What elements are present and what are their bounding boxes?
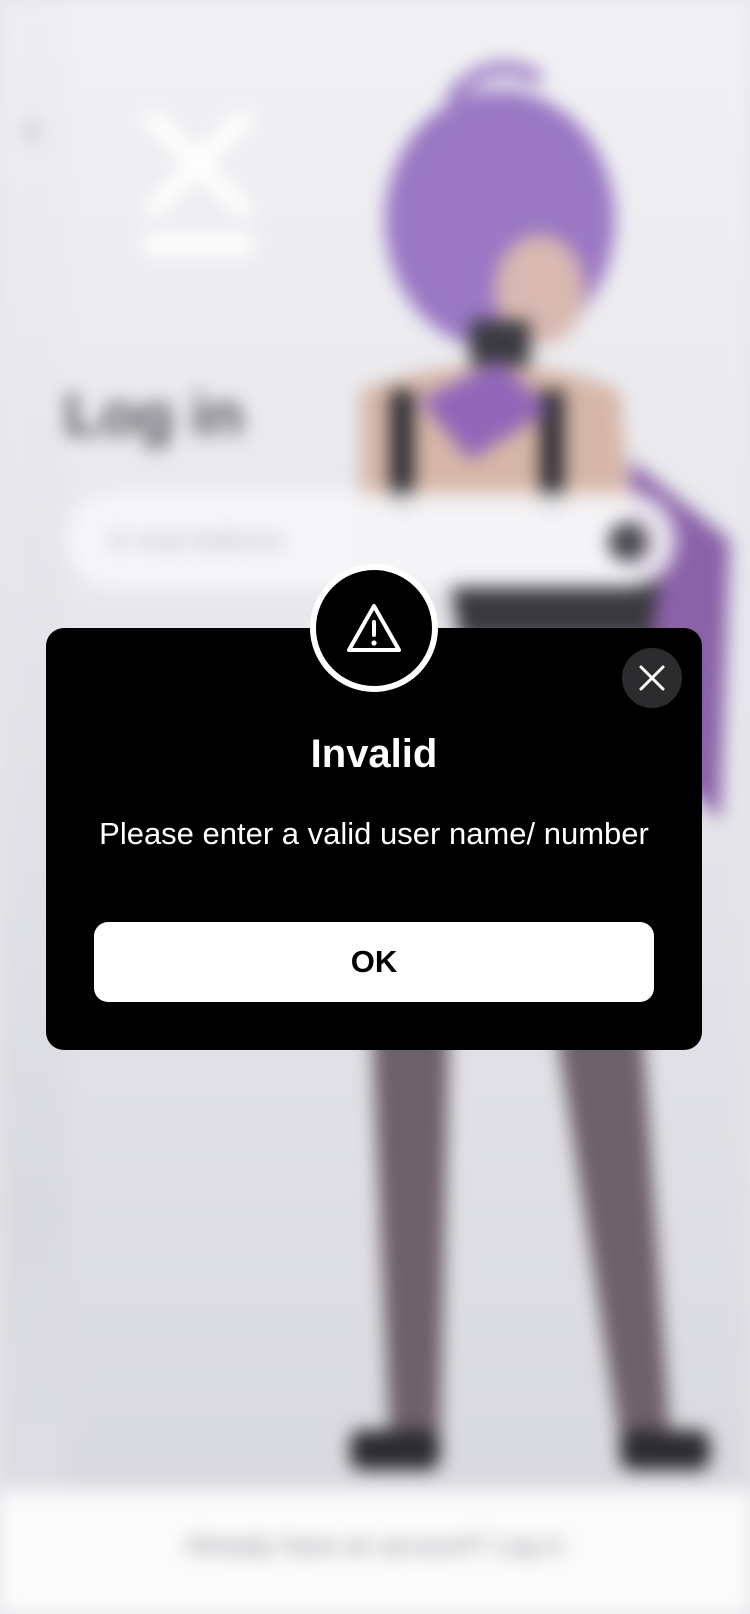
ok-button[interactable]: OK [94, 922, 654, 1002]
x-logo-icon [141, 107, 255, 256]
chevron-left-icon[interactable]: ‹ [24, 104, 64, 154]
dialog-message: Please enter a valid user name/ number [99, 816, 649, 851]
footer-login-link[interactable]: Already have an account? Log in [0, 1530, 750, 1561]
login-title: Log in [64, 381, 244, 448]
warning-triangle-icon [347, 604, 401, 652]
close-icon [639, 665, 665, 691]
warning-badge [310, 564, 438, 692]
close-button[interactable] [622, 648, 682, 708]
warning-badge-inner [316, 570, 432, 686]
field-status-icon [608, 522, 648, 562]
dialog-title: Invalid [310, 732, 438, 776]
